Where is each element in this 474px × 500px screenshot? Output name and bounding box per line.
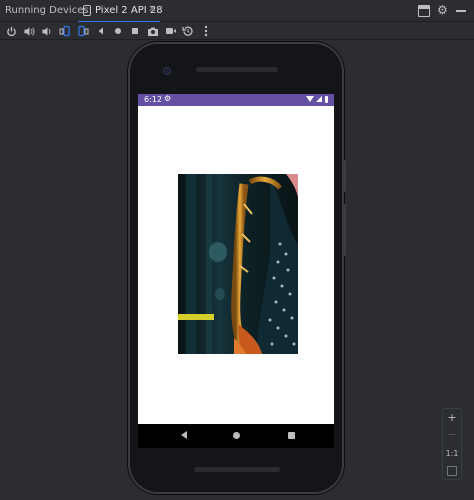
- rotate-left-icon[interactable]: [58, 24, 72, 38]
- device-toolbar: [0, 22, 474, 40]
- device-nav-bar: [138, 424, 334, 448]
- zoom-panel: + − 1:1: [442, 408, 462, 480]
- minimize-icon[interactable]: [456, 10, 466, 12]
- wifi-icon: [306, 96, 314, 102]
- close-icon[interactable]: ✕: [148, 4, 156, 15]
- more-icon[interactable]: [199, 24, 213, 38]
- home-icon[interactable]: [111, 24, 125, 38]
- battery-icon: [325, 96, 328, 103]
- zoom-to-fit-icon[interactable]: [447, 466, 457, 476]
- rotate-right-icon[interactable]: [76, 24, 90, 38]
- volume-down-icon[interactable]: [40, 24, 54, 38]
- back-icon[interactable]: [94, 24, 108, 38]
- settings-icon: ⚙: [164, 94, 172, 103]
- status-time: 6:12: [144, 95, 162, 104]
- screen-record-icon[interactable]: [164, 24, 178, 38]
- bottom-speaker: [194, 467, 280, 472]
- screenshot-icon[interactable]: [146, 24, 160, 38]
- home-nav-icon[interactable]: [233, 432, 240, 439]
- saxophone-player-image: [178, 174, 298, 354]
- front-camera: [163, 67, 171, 75]
- gear-icon[interactable]: ⚙: [437, 4, 449, 16]
- signal-icon: [316, 96, 322, 102]
- snapshot-icon[interactable]: [181, 24, 195, 38]
- top-speaker: [196, 67, 278, 72]
- tab-pixel-2-api-28[interactable]: Pixel 2 API 28 ✕: [78, 0, 163, 23]
- device-icon: [83, 5, 91, 16]
- zoom-out-button[interactable]: −: [443, 428, 461, 442]
- device-frame: 6:12 ⚙: [128, 42, 346, 494]
- back-nav-icon[interactable]: [181, 431, 187, 439]
- zoom-in-button[interactable]: +: [443, 411, 461, 425]
- status-bar: 6:12 ⚙: [138, 94, 334, 106]
- overview-icon[interactable]: [128, 24, 142, 38]
- zoom-actual-size-button[interactable]: 1:1: [443, 447, 461, 461]
- recents-nav-icon[interactable]: [288, 432, 295, 439]
- power-button: [342, 160, 346, 192]
- power-icon[interactable]: [4, 24, 18, 38]
- volume-up-icon[interactable]: [22, 24, 36, 38]
- volume-rocker: [342, 204, 346, 256]
- device-screen[interactable]: 6:12 ⚙: [138, 94, 334, 424]
- window-layout-icon[interactable]: [418, 5, 430, 17]
- tool-window-header: Running Devices: Pixel 2 API 28 ✕ ⚙: [0, 0, 474, 23]
